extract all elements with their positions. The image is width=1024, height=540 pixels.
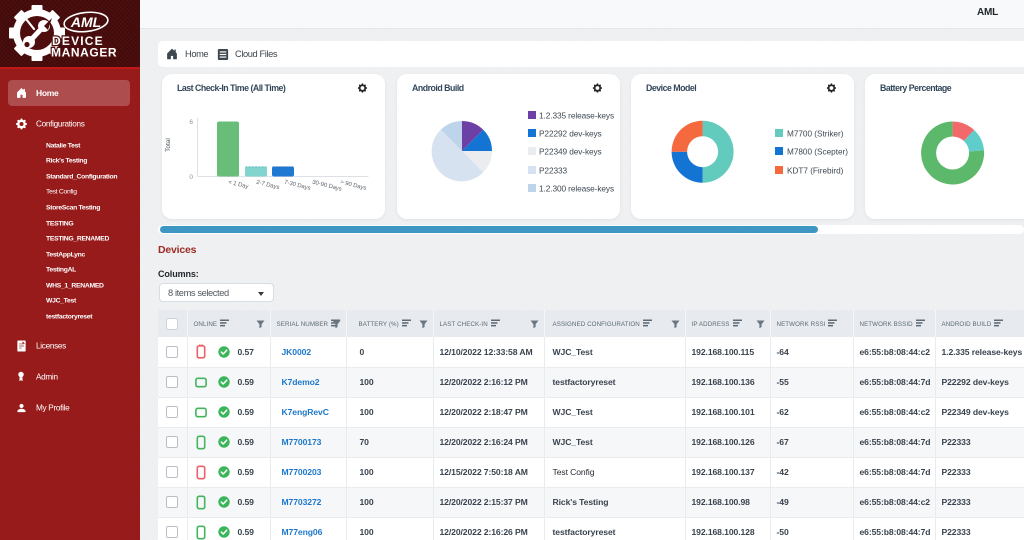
svg-text:M7700 (Striker): M7700 (Striker) bbox=[787, 130, 844, 139]
svg-text:AML: AML bbox=[70, 14, 101, 30]
svg-text:30-90 Days: 30-90 Days bbox=[312, 180, 343, 193]
svg-text:1.2.335 release-keys: 1.2.335 release-keys bbox=[539, 111, 614, 121]
svg-text:0: 0 bbox=[189, 174, 193, 181]
svg-text:P22349 dev-keys: P22349 dev-keys bbox=[539, 147, 602, 157]
svg-text:6: 6 bbox=[189, 119, 193, 126]
svg-text:Android Build: Android Build bbox=[412, 83, 464, 93]
svg-text:< 1 Day: < 1 Day bbox=[228, 180, 249, 191]
svg-text:P22333: P22333 bbox=[539, 166, 567, 176]
svg-text:> 90 Days: > 90 Days bbox=[340, 180, 367, 192]
svg-text:2-7 Days: 2-7 Days bbox=[256, 180, 280, 192]
svg-text:Last Check-In Time (All Time): Last Check-In Time (All Time) bbox=[177, 83, 286, 93]
svg-text:Device Model: Device Model bbox=[646, 83, 696, 93]
svg-text:KDT7 (Firebird): KDT7 (Firebird) bbox=[787, 167, 844, 176]
svg-text:Total: Total bbox=[165, 138, 172, 152]
svg-text:7-30 Days: 7-30 Days bbox=[284, 180, 312, 192]
svg-text:M7800 (Scepter): M7800 (Scepter) bbox=[787, 148, 848, 157]
svg-text:MANAGER: MANAGER bbox=[51, 46, 117, 60]
svg-text:1.2.300 release-keys: 1.2.300 release-keys bbox=[539, 184, 614, 194]
svg-text:P22292 dev-keys: P22292 dev-keys bbox=[539, 129, 602, 139]
svg-text:Battery Percentage: Battery Percentage bbox=[880, 83, 952, 93]
